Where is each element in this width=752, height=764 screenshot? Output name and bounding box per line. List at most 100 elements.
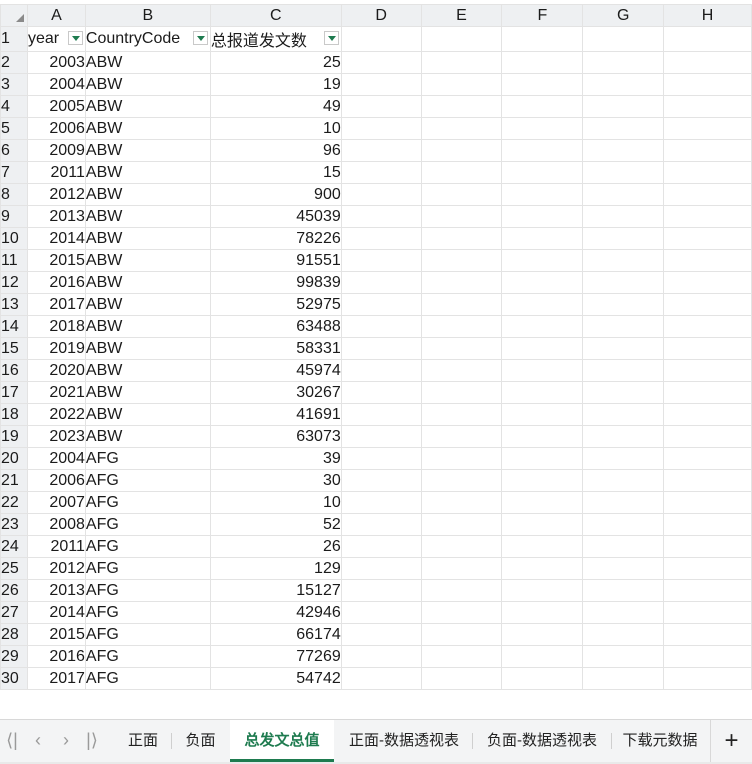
empty-cell[interactable]	[663, 293, 752, 316]
empty-cell[interactable]	[582, 227, 665, 250]
empty-cell[interactable]	[340, 249, 422, 272]
cell-year[interactable]: 2019	[26, 337, 86, 360]
empty-cell[interactable]	[420, 557, 503, 580]
empty-cell[interactable]	[340, 359, 422, 382]
empty-cell[interactable]	[501, 623, 584, 646]
empty-cell[interactable]	[420, 579, 503, 602]
empty-cell[interactable]	[582, 469, 665, 492]
cell-total[interactable]: 45974	[209, 359, 342, 382]
cell-year[interactable]: 2006	[26, 469, 86, 492]
empty-cell[interactable]	[582, 271, 665, 294]
column-header-g[interactable]: G	[582, 4, 665, 27]
column-header-b[interactable]: B	[84, 4, 211, 27]
empty-cell[interactable]	[340, 645, 422, 668]
cell-year[interactable]: 2006	[26, 117, 86, 140]
cell-total[interactable]: 42946	[209, 601, 342, 624]
empty-cell[interactable]	[582, 601, 665, 624]
cell-total[interactable]: 78226	[209, 227, 342, 250]
empty-cell[interactable]	[501, 183, 584, 206]
row-header[interactable]: 28	[0, 623, 28, 646]
empty-cell[interactable]	[501, 315, 584, 338]
cell-countrycode[interactable]: ABW	[84, 271, 211, 294]
empty-cell[interactable]	[501, 73, 584, 96]
row-header[interactable]: 19	[0, 425, 28, 448]
empty-cell[interactable]	[663, 117, 752, 140]
empty-cell[interactable]	[340, 51, 422, 74]
empty-cell[interactable]	[420, 667, 503, 690]
row-header[interactable]: 25	[0, 557, 28, 580]
empty-cell[interactable]	[420, 491, 503, 514]
cell-year[interactable]: 2015	[26, 249, 86, 272]
empty-cell[interactable]	[582, 667, 665, 690]
empty-cell[interactable]	[663, 205, 752, 228]
empty-cell[interactable]	[340, 73, 422, 96]
row-header[interactable]: 6	[0, 139, 28, 162]
column-header-c[interactable]: C	[209, 4, 342, 27]
column-header-a[interactable]: A	[26, 4, 86, 27]
empty-cell[interactable]	[663, 557, 752, 580]
row-header[interactable]: 13	[0, 293, 28, 316]
empty-cell[interactable]	[501, 469, 584, 492]
cell-year[interactable]: 2003	[26, 51, 86, 74]
cell-total[interactable]: 41691	[209, 403, 342, 426]
empty-cell[interactable]	[582, 205, 665, 228]
empty-cell[interactable]	[340, 469, 422, 492]
cell-total[interactable]: 63488	[209, 315, 342, 338]
cell-total[interactable]: 26	[209, 535, 342, 558]
column-header-e[interactable]: E	[420, 4, 503, 27]
empty-cell[interactable]	[582, 161, 665, 184]
empty-cell[interactable]	[582, 557, 665, 580]
empty-cell[interactable]	[420, 161, 503, 184]
empty-cell[interactable]	[501, 535, 584, 558]
empty-cell[interactable]	[663, 337, 752, 360]
cell-total[interactable]: 10	[209, 117, 342, 140]
empty-cell[interactable]	[340, 26, 422, 52]
row-header[interactable]: 14	[0, 315, 28, 338]
empty-cell[interactable]	[663, 579, 752, 602]
empty-cell[interactable]	[340, 447, 422, 470]
empty-cell[interactable]	[582, 447, 665, 470]
first-sheet-icon[interactable]: ⟨|	[2, 730, 22, 751]
empty-cell[interactable]	[501, 557, 584, 580]
cell-countrycode[interactable]: ABW	[84, 293, 211, 316]
empty-cell[interactable]	[582, 513, 665, 536]
empty-cell[interactable]	[420, 26, 503, 52]
empty-cell[interactable]	[663, 227, 752, 250]
empty-cell[interactable]	[501, 51, 584, 74]
empty-cell[interactable]	[420, 535, 503, 558]
empty-cell[interactable]	[582, 337, 665, 360]
cell-year[interactable]: 2013	[26, 579, 86, 602]
empty-cell[interactable]	[501, 513, 584, 536]
empty-cell[interactable]	[663, 381, 752, 404]
empty-cell[interactable]	[420, 249, 503, 272]
empty-cell[interactable]	[501, 293, 584, 316]
cell-total[interactable]: 77269	[209, 645, 342, 668]
empty-cell[interactable]	[582, 315, 665, 338]
cell-countrycode[interactable]: AFG	[84, 623, 211, 646]
row-header[interactable]: 16	[0, 359, 28, 382]
empty-cell[interactable]	[420, 139, 503, 162]
cell-total[interactable]: 52	[209, 513, 342, 536]
empty-cell[interactable]	[420, 227, 503, 250]
empty-cell[interactable]	[582, 645, 665, 668]
empty-cell[interactable]	[582, 535, 665, 558]
tab-total-active[interactable]: 总发文总值	[230, 720, 334, 762]
cell-year[interactable]: 2004	[26, 73, 86, 96]
header-cell-year[interactable]: year	[26, 26, 86, 52]
cell-countrycode[interactable]: ABW	[84, 95, 211, 118]
cell-total[interactable]: 19	[209, 73, 342, 96]
tab-zhengmian-pivot[interactable]: 正面-数据透视表	[336, 720, 472, 762]
cell-year[interactable]: 2022	[26, 403, 86, 426]
cell-total[interactable]: 15	[209, 161, 342, 184]
empty-cell[interactable]	[663, 73, 752, 96]
cell-total[interactable]: 15127	[209, 579, 342, 602]
cell-countrycode[interactable]: AFG	[84, 601, 211, 624]
cell-countrycode[interactable]: AFG	[84, 535, 211, 558]
empty-cell[interactable]	[340, 117, 422, 140]
tab-zhengmian[interactable]: 正面	[115, 720, 171, 762]
cell-year[interactable]: 2014	[26, 227, 86, 250]
row-header[interactable]: 2	[0, 51, 28, 74]
empty-cell[interactable]	[501, 491, 584, 514]
empty-cell[interactable]	[663, 425, 752, 448]
cell-countrycode[interactable]: ABW	[84, 117, 211, 140]
